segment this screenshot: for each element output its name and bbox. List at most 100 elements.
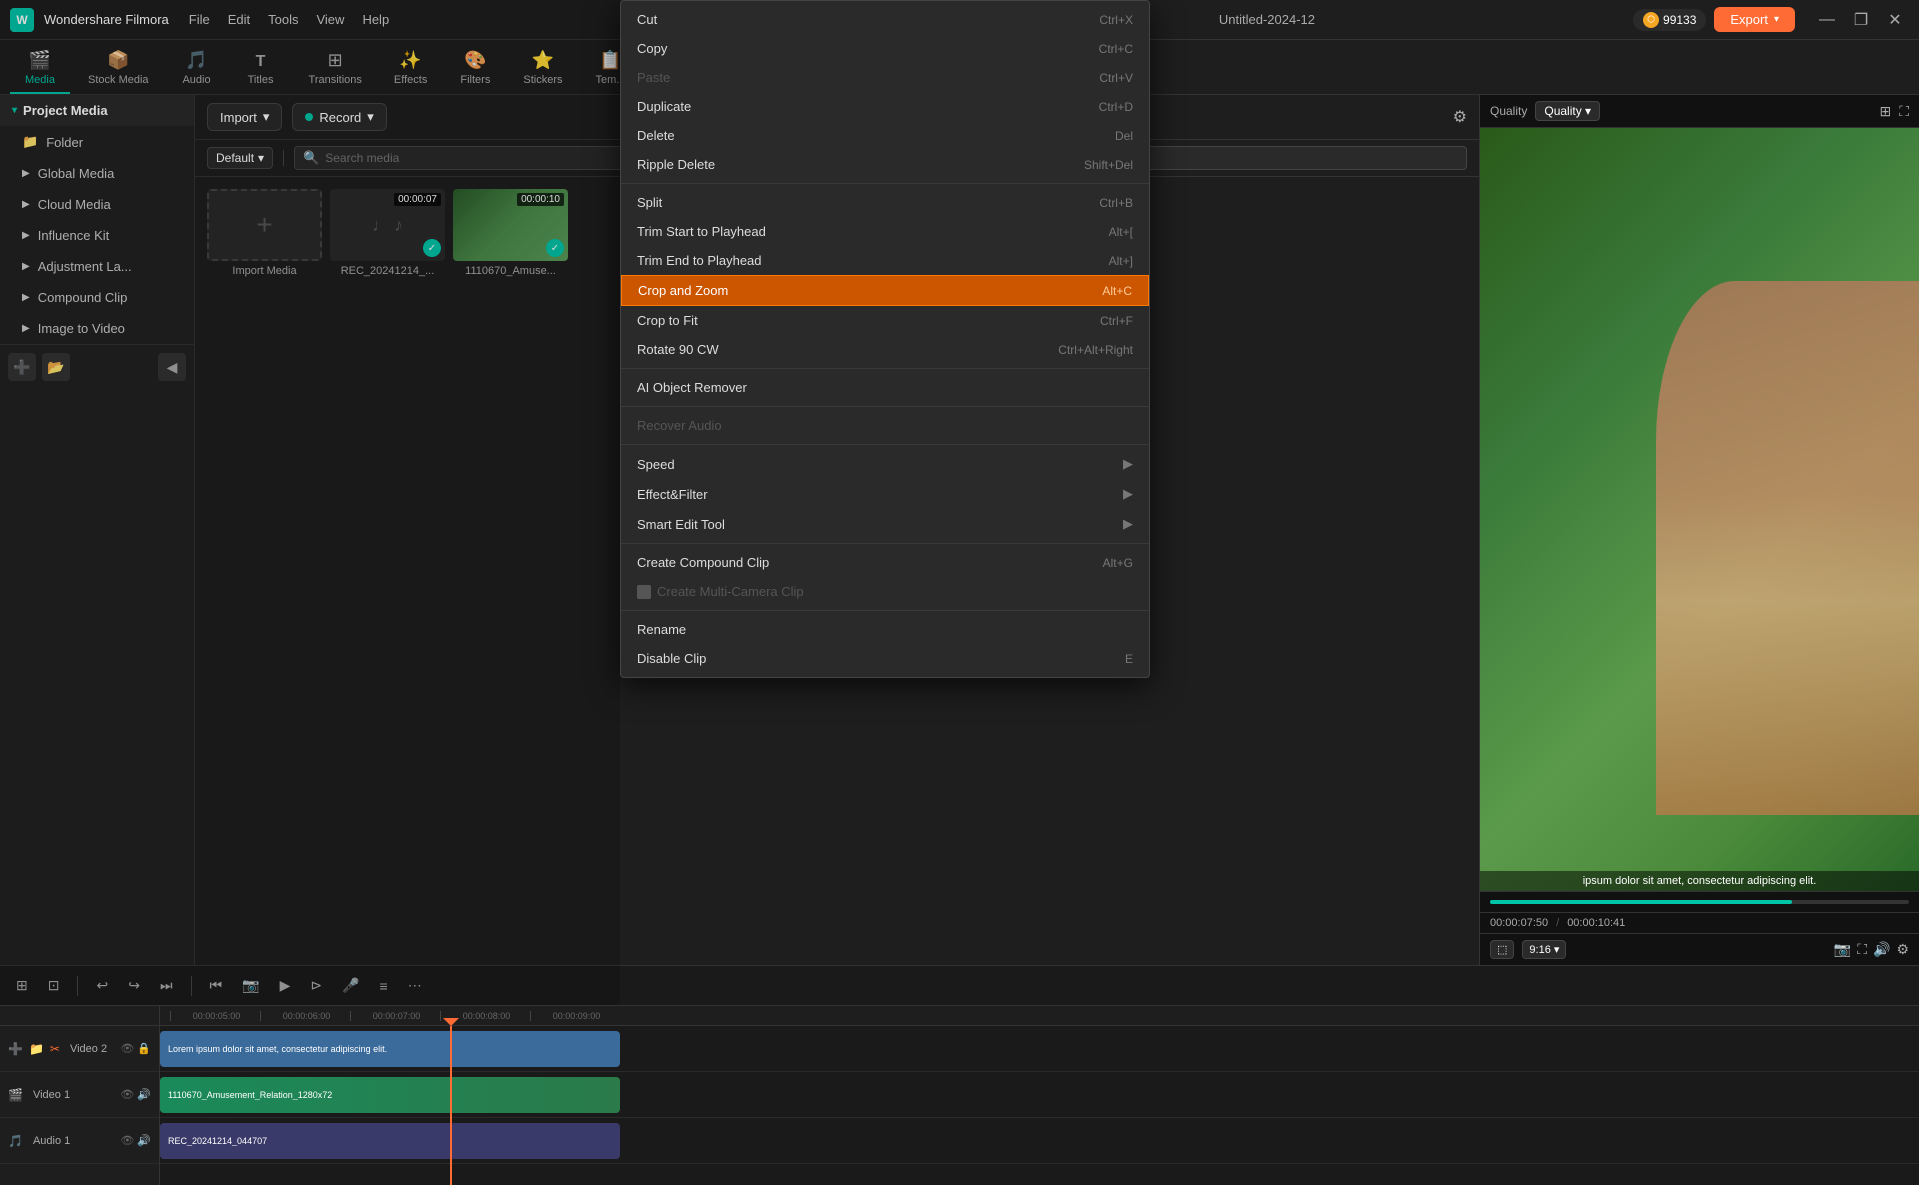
track-add-icon2[interactable]: 📁 bbox=[29, 1042, 44, 1056]
ctx-trim-start-label: Trim Start to Playhead bbox=[637, 224, 766, 239]
track-label-video1: 🎬 Video 1 👁 🔊 bbox=[0, 1072, 159, 1118]
coin-icon: ⬡ bbox=[1643, 12, 1659, 28]
track-icons-audio1: 👁 🔊 bbox=[120, 1134, 151, 1147]
export-button[interactable]: Export ▾ bbox=[1714, 7, 1795, 32]
ctx-cut-label: Cut bbox=[637, 12, 657, 27]
context-menu: Cut Ctrl+X Copy Ctrl+C Paste Ctrl+V Dupl… bbox=[620, 0, 1150, 678]
ctx-ripple-delete-label: Ripple Delete bbox=[637, 157, 715, 172]
ruler-mark-5: 00:00:05:00 bbox=[170, 1011, 260, 1021]
clip-text-content: Lorem ipsum dolor sit amet, consectetur … bbox=[168, 1044, 387, 1054]
quality-select[interactable]: Quality ▾ bbox=[1535, 101, 1600, 121]
ctx-ripple-delete-shortcut: Shift+Del bbox=[1084, 158, 1133, 172]
track-label-a1: Audio 1 bbox=[33, 1135, 70, 1147]
aspect-select[interactable]: 9:16 ▾ bbox=[1522, 940, 1566, 959]
expand-view-button[interactable]: ⛶ bbox=[1899, 103, 1909, 120]
track-eye-button3[interactable]: 👁 bbox=[120, 1134, 134, 1147]
track-icons-video1: 👁 🔊 bbox=[120, 1088, 151, 1101]
ctx-sep3 bbox=[621, 406, 1149, 407]
minimize-button[interactable]: — bbox=[1813, 6, 1841, 34]
ctx-trim-end-shortcut: Alt+] bbox=[1109, 254, 1133, 268]
aspect-chevron-icon: ▾ bbox=[1554, 944, 1560, 956]
ctx-trim-start[interactable]: Trim Start to Playhead Alt+[ bbox=[621, 217, 1149, 246]
playhead-arrow bbox=[443, 1018, 459, 1026]
preview-image: ipsum dolor sit amet, consectetur adipis… bbox=[1480, 128, 1919, 891]
add-track-icon[interactable]: ➕ bbox=[8, 1042, 23, 1056]
ctx-crop-fit-shortcut: Ctrl+F bbox=[1100, 314, 1133, 328]
audio-track-icon: 🎵 bbox=[8, 1134, 23, 1148]
clip-video[interactable]: 1110670_Amusement_Relation_1280x72 bbox=[160, 1077, 620, 1113]
ctx-effect-filter[interactable]: Effect&Filter ▶ bbox=[621, 479, 1149, 509]
ctx-duplicate[interactable]: Duplicate Ctrl+D bbox=[621, 92, 1149, 121]
preview-controls bbox=[1480, 891, 1919, 912]
ctx-effect-submenu-icon: ▶ bbox=[1123, 486, 1133, 502]
playhead[interactable] bbox=[450, 1026, 452, 1185]
ruler-mark-9: 00:00:09:00 bbox=[530, 1011, 620, 1021]
ctx-smart-edit-tool[interactable]: Smart Edit Tool ▶ bbox=[621, 509, 1149, 539]
quality-label: Quality bbox=[1490, 104, 1527, 118]
track-eye-button2[interactable]: 👁 bbox=[120, 1088, 134, 1101]
close-button[interactable]: ✕ bbox=[1881, 6, 1909, 34]
ctx-split-label: Split bbox=[637, 195, 662, 210]
ctx-speed[interactable]: Speed ▶ bbox=[621, 449, 1149, 479]
ruler-mark-6: 00:00:06:00 bbox=[260, 1011, 350, 1021]
ctx-rename-label: Rename bbox=[637, 622, 686, 637]
preview-bottom: ⬚ 9:16 ▾ 📷 ⛶ 🔊 ⚙ bbox=[1480, 933, 1919, 965]
screenshot-button[interactable]: 📷 bbox=[1834, 941, 1851, 958]
track-row-video2: Lorem ipsum dolor sit amet, consectetur … bbox=[160, 1026, 1919, 1072]
ctx-delete-label: Delete bbox=[637, 128, 675, 143]
ctx-delete[interactable]: Delete Del bbox=[621, 121, 1149, 150]
ctx-crop-to-fit[interactable]: Crop to Fit Ctrl+F bbox=[621, 306, 1149, 335]
ctx-copy[interactable]: Copy Ctrl+C bbox=[621, 34, 1149, 63]
filter-button[interactable]: ⚙ bbox=[1453, 107, 1467, 127]
ctx-cut[interactable]: Cut Ctrl+X bbox=[621, 5, 1149, 34]
ctx-split[interactable]: Split Ctrl+B bbox=[621, 188, 1149, 217]
ctx-disable-clip[interactable]: Disable Clip E bbox=[621, 644, 1149, 673]
fullscreen-button[interactable]: ⛶ bbox=[1857, 941, 1867, 958]
frame-back-button[interactable]: ⬚ bbox=[1490, 940, 1514, 959]
preview-time-total: 00:00:10:41 bbox=[1567, 917, 1625, 929]
clip-audio[interactable]: REC_20241214_044707 bbox=[160, 1123, 620, 1159]
ctx-rename[interactable]: Rename bbox=[621, 615, 1149, 644]
ctx-ai-object-remover[interactable]: AI Object Remover bbox=[621, 373, 1149, 402]
ctx-sep5 bbox=[621, 543, 1149, 544]
ruler-spacer bbox=[0, 1006, 159, 1026]
time-separator: / bbox=[1556, 917, 1559, 929]
ctx-rotate-90[interactable]: Rotate 90 CW Ctrl+Alt+Right bbox=[621, 335, 1149, 364]
grid-view-button[interactable]: ⊞ bbox=[1879, 103, 1891, 120]
ctx-crop-and-zoom[interactable]: Crop and Zoom Alt+C bbox=[621, 275, 1149, 306]
preview-video: ipsum dolor sit amet, consectetur adipis… bbox=[1480, 128, 1919, 891]
titlebar-right: ⬡ 99133 Export ▾ — ❐ ✕ bbox=[1633, 6, 1909, 34]
track-eye-button[interactable]: 👁 bbox=[120, 1042, 134, 1055]
settings-preview-button[interactable]: ⚙ bbox=[1896, 941, 1909, 958]
ctx-ripple-delete[interactable]: Ripple Delete Shift+Del bbox=[621, 150, 1149, 179]
ctx-paste-label: Paste bbox=[637, 70, 670, 85]
ctx-trim-start-shortcut: Alt+[ bbox=[1109, 225, 1133, 239]
clip-text[interactable]: Lorem ipsum dolor sit amet, consectetur … bbox=[160, 1031, 620, 1067]
ctx-compound-shortcut: Alt+G bbox=[1103, 556, 1133, 570]
ctx-duplicate-shortcut: Ctrl+D bbox=[1099, 100, 1133, 114]
ctx-speed-submenu-icon: ▶ bbox=[1123, 456, 1133, 472]
scissors-icon[interactable]: ✂ bbox=[50, 1042, 60, 1056]
ruler-marks: 00:00:05:00 00:00:06:00 00:00:07:00 00:0… bbox=[170, 1011, 1909, 1021]
track-lock-button[interactable]: 🔒 bbox=[137, 1042, 151, 1055]
ctx-crop-fit-label: Crop to Fit bbox=[637, 313, 698, 328]
ctx-compound-label: Create Compound Clip bbox=[637, 555, 769, 570]
ctx-create-compound-clip[interactable]: Create Compound Clip Alt+G bbox=[621, 548, 1149, 577]
preview-progress-bar[interactable] bbox=[1490, 900, 1909, 904]
ctx-recover-label: Recover Audio bbox=[637, 418, 722, 433]
preview-bottom-icons: 📷 ⛶ 🔊 ⚙ bbox=[1834, 941, 1909, 958]
ctx-copy-shortcut: Ctrl+C bbox=[1099, 42, 1133, 56]
track-lock-button2[interactable]: 🔊 bbox=[137, 1088, 151, 1101]
person-silhouette bbox=[1656, 281, 1919, 815]
timeline-main: ➕ 📁 ✂ Video 2 👁 🔒 🎬 Video 1 👁 🔊 🎵 bbox=[0, 1006, 1919, 1185]
ctx-rotate-shortcut: Ctrl+Alt+Right bbox=[1058, 343, 1133, 357]
track-row-audio1: REC_20241214_044707 bbox=[160, 1118, 1919, 1164]
maximize-button[interactable]: ❐ bbox=[1847, 6, 1875, 34]
track-label-video2: ➕ 📁 ✂ Video 2 👁 🔒 bbox=[0, 1026, 159, 1072]
track-mute-button[interactable]: 🔊 bbox=[137, 1134, 151, 1147]
audio-preview-button[interactable]: 🔊 bbox=[1873, 941, 1890, 958]
context-menu-backdrop[interactable] bbox=[0, 0, 620, 1005]
ctx-trim-end[interactable]: Trim End to Playhead Alt+] bbox=[621, 246, 1149, 275]
clip-audio-content: REC_20241214_044707 bbox=[168, 1136, 267, 1146]
ctx-create-multicam: Create Multi-Camera Clip bbox=[621, 577, 1149, 606]
